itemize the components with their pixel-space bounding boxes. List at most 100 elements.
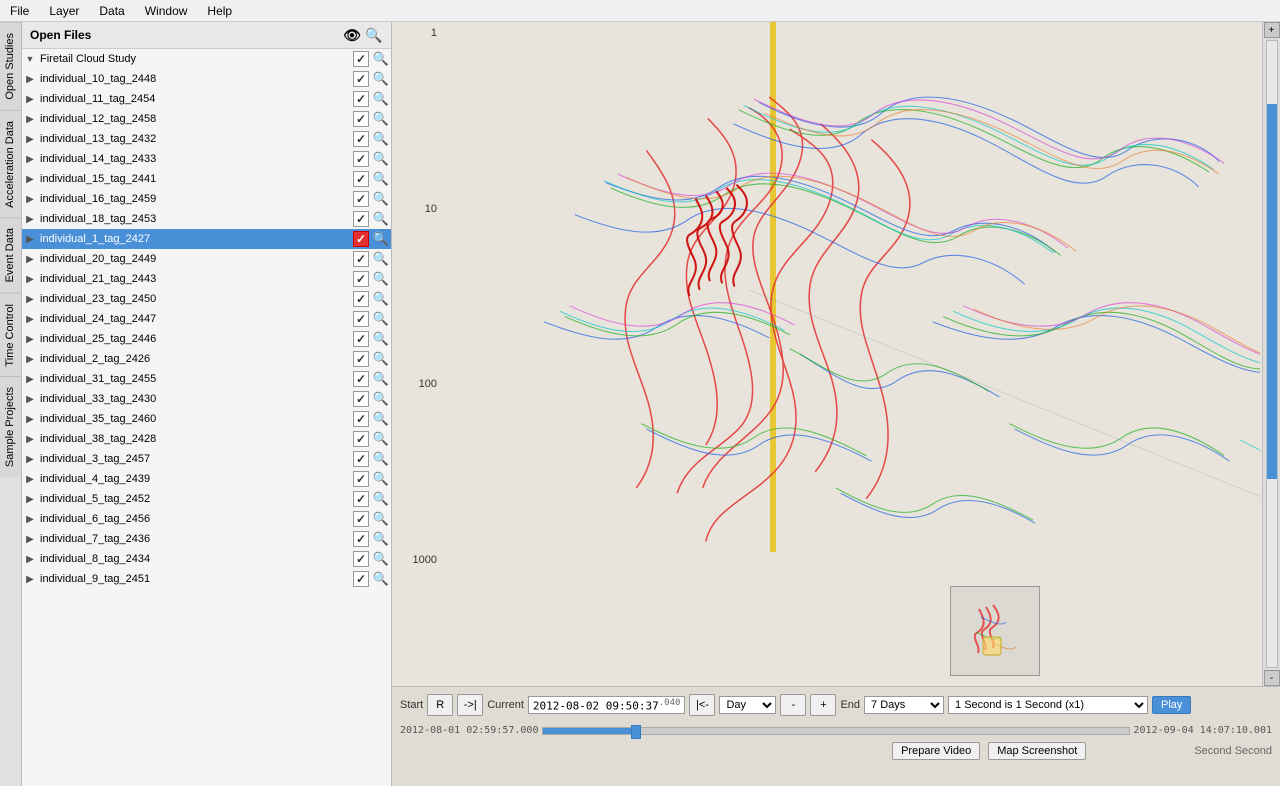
menu-help[interactable]: Help <box>197 2 242 20</box>
item-checkbox[interactable]: ✓ <box>353 431 369 447</box>
item-zoom[interactable]: 🔍 <box>371 250 391 268</box>
tree-item-individual_14_tag_2433[interactable]: ▶ individual_14_tag_2433 ✓ 🔍 <box>22 149 391 169</box>
expand-icon[interactable]: ▶ <box>22 454 38 465</box>
zoom-icon[interactable]: 🔍 <box>373 391 389 407</box>
item-checkbox[interactable]: ✓ <box>353 131 369 147</box>
map-vertical-scrollbar[interactable]: + - <box>1262 22 1280 686</box>
expand-icon[interactable]: ▶ <box>22 434 38 445</box>
item-check[interactable]: ✓ <box>351 230 371 248</box>
zoom-icon[interactable]: 🔍 <box>373 271 389 287</box>
item-check[interactable]: ✓ <box>351 170 371 188</box>
item-check[interactable]: ✓ <box>351 490 371 508</box>
zoom-icon[interactable]: 🔍 <box>373 91 389 107</box>
sidebar-tab-time-control[interactable]: Time Control <box>0 293 21 377</box>
skip-start-btn[interactable]: |<- <box>689 694 715 716</box>
scroll-up-btn[interactable]: + <box>1264 22 1280 38</box>
progress-bar[interactable] <box>542 727 1129 735</box>
item-check[interactable]: ✓ <box>351 250 371 268</box>
item-zoom[interactable]: 🔍 <box>371 70 391 88</box>
item-checkbox[interactable]: ✓ <box>353 551 369 567</box>
expand-icon[interactable]: ▶ <box>22 94 38 105</box>
item-checkbox[interactable]: ✓ <box>353 331 369 347</box>
item-zoom[interactable]: 🔍 <box>371 190 391 208</box>
tree-item-individual_25_tag_2446[interactable]: ▶ individual_25_tag_2446 ✓ 🔍 <box>22 329 391 349</box>
menu-file[interactable]: File <box>0 2 39 20</box>
tree-item-individual_8_tag_2434[interactable]: ▶ individual_8_tag_2434 ✓ 🔍 <box>22 549 391 569</box>
item-check[interactable]: ✓ <box>351 370 371 388</box>
expand-icon[interactable]: ▶ <box>22 474 38 485</box>
prepare-video-btn[interactable]: Prepare Video <box>892 742 980 760</box>
item-check[interactable]: ✓ <box>351 150 371 168</box>
speed-select[interactable]: 1 Second is 1 Second (x1) 1 Second is 2 … <box>948 696 1148 714</box>
item-zoom[interactable]: 🔍 <box>371 110 391 128</box>
tree-item-individual_15_tag_2441[interactable]: ▶ individual_15_tag_2441 ✓ 🔍 <box>22 169 391 189</box>
zoom-icon[interactable]: 🔍 <box>373 291 389 307</box>
item-checkbox[interactable]: ✓ <box>353 371 369 387</box>
zoom-icon[interactable]: 🔍 <box>373 491 389 507</box>
zoom-icon[interactable]: 🔍 <box>373 71 389 87</box>
tree-item-individual_6_tag_2456[interactable]: ▶ individual_6_tag_2456 ✓ 🔍 <box>22 509 391 529</box>
item-check[interactable]: ✓ <box>351 570 371 588</box>
zoom-icon[interactable]: 🔍 <box>373 171 389 187</box>
sidebar-tab-open-studies[interactable]: Open Studies <box>0 22 21 110</box>
item-zoom[interactable]: 🔍 <box>371 90 391 108</box>
expand-icon[interactable]: ▶ <box>22 194 38 205</box>
item-zoom[interactable]: 🔍 <box>371 350 391 368</box>
tree-item-individual_35_tag_2460[interactable]: ▶ individual_35_tag_2460 ✓ 🔍 <box>22 409 391 429</box>
expand-icon[interactable]: ▶ <box>22 234 38 245</box>
root-check[interactable]: ✓ <box>351 50 371 68</box>
item-check[interactable]: ✓ <box>351 330 371 348</box>
zoom-icon[interactable]: 🔍 <box>373 351 389 367</box>
tree-item-individual_38_tag_2428[interactable]: ▶ individual_38_tag_2428 ✓ 🔍 <box>22 429 391 449</box>
item-check[interactable]: ✓ <box>351 450 371 468</box>
zoom-icon[interactable]: 🔍 <box>373 131 389 147</box>
tree-item-individual_2_tag_2426[interactable]: ▶ individual_2_tag_2426 ✓ 🔍 <box>22 349 391 369</box>
item-checkbox[interactable]: ✓ <box>353 171 369 187</box>
zoom-icon[interactable]: 🔍 <box>373 191 389 207</box>
item-check[interactable]: ✓ <box>351 90 371 108</box>
expand-icon[interactable]: ▶ <box>22 494 38 505</box>
item-zoom[interactable]: 🔍 <box>371 530 391 548</box>
tree-item-individual_13_tag_2432[interactable]: ▶ individual_13_tag_2432 ✓ 🔍 <box>22 129 391 149</box>
expand-icon[interactable]: ▶ <box>22 294 38 305</box>
tree-item-individual_16_tag_2459[interactable]: ▶ individual_16_tag_2459 ✓ 🔍 <box>22 189 391 209</box>
end-value-select[interactable]: 7 Days 1 Day 30 Days <box>864 696 944 714</box>
item-check[interactable]: ✓ <box>351 130 371 148</box>
expand-icon[interactable]: ▶ <box>22 554 38 565</box>
map-canvas[interactable] <box>442 22 1260 686</box>
sidebar-tab-event[interactable]: Event Data <box>0 217 21 292</box>
item-zoom[interactable]: 🔍 <box>371 510 391 528</box>
expand-icon[interactable]: ▶ <box>22 114 38 125</box>
tree-item-individual_11_tag_2454[interactable]: ▶ individual_11_tag_2454 ✓ 🔍 <box>22 89 391 109</box>
item-check[interactable]: ✓ <box>351 70 371 88</box>
item-check[interactable]: ✓ <box>351 470 371 488</box>
tree-item-individual_31_tag_2455[interactable]: ▶ individual_31_tag_2455 ✓ 🔍 <box>22 369 391 389</box>
scroll-down-btn[interactable]: - <box>1264 670 1280 686</box>
expand-icon[interactable]: ▶ <box>22 314 38 325</box>
item-checkbox[interactable]: ✓ <box>353 251 369 267</box>
item-zoom[interactable]: 🔍 <box>371 470 391 488</box>
expand-icon[interactable]: ▶ <box>22 134 38 145</box>
item-zoom[interactable]: 🔍 <box>371 390 391 408</box>
zoom-icon[interactable]: 🔍 <box>373 231 389 247</box>
item-zoom[interactable]: 🔍 <box>371 310 391 328</box>
expand-icon[interactable]: ▶ <box>22 254 38 265</box>
tree-root-item[interactable]: ▼ Firetail Cloud Study ✓ 🔍 <box>22 49 391 69</box>
zoom-icon[interactable]: 🔍 <box>373 251 389 267</box>
map-area[interactable]: 1 10 100 1000 10000 <box>392 22 1280 786</box>
item-checkbox[interactable]: ✓ <box>353 91 369 107</box>
expand-icon[interactable]: ▶ <box>22 154 38 165</box>
tree-item-individual_18_tag_2453[interactable]: ▶ individual_18_tag_2453 ✓ 🔍 <box>22 209 391 229</box>
zoom-icon[interactable]: 🔍 <box>373 151 389 167</box>
zoom-icon[interactable]: 🔍 <box>373 111 389 127</box>
tree-item-individual_20_tag_2449[interactable]: ▶ individual_20_tag_2449 ✓ 🔍 <box>22 249 391 269</box>
minus-btn[interactable]: - <box>780 694 806 716</box>
scroll-thumb[interactable] <box>1267 104 1277 480</box>
tree-item-individual_3_tag_2457[interactable]: ▶ individual_3_tag_2457 ✓ 🔍 <box>22 449 391 469</box>
sidebar-tab-acceleration[interactable]: Acceleration Data <box>0 110 21 218</box>
zoom-icon[interactable]: 🔍 <box>373 571 389 587</box>
item-checkbox[interactable]: ✓ <box>353 511 369 527</box>
root-zoom[interactable]: 🔍 <box>371 50 391 68</box>
scroll-track[interactable] <box>1266 40 1278 668</box>
item-checkbox[interactable]: ✓ <box>353 471 369 487</box>
